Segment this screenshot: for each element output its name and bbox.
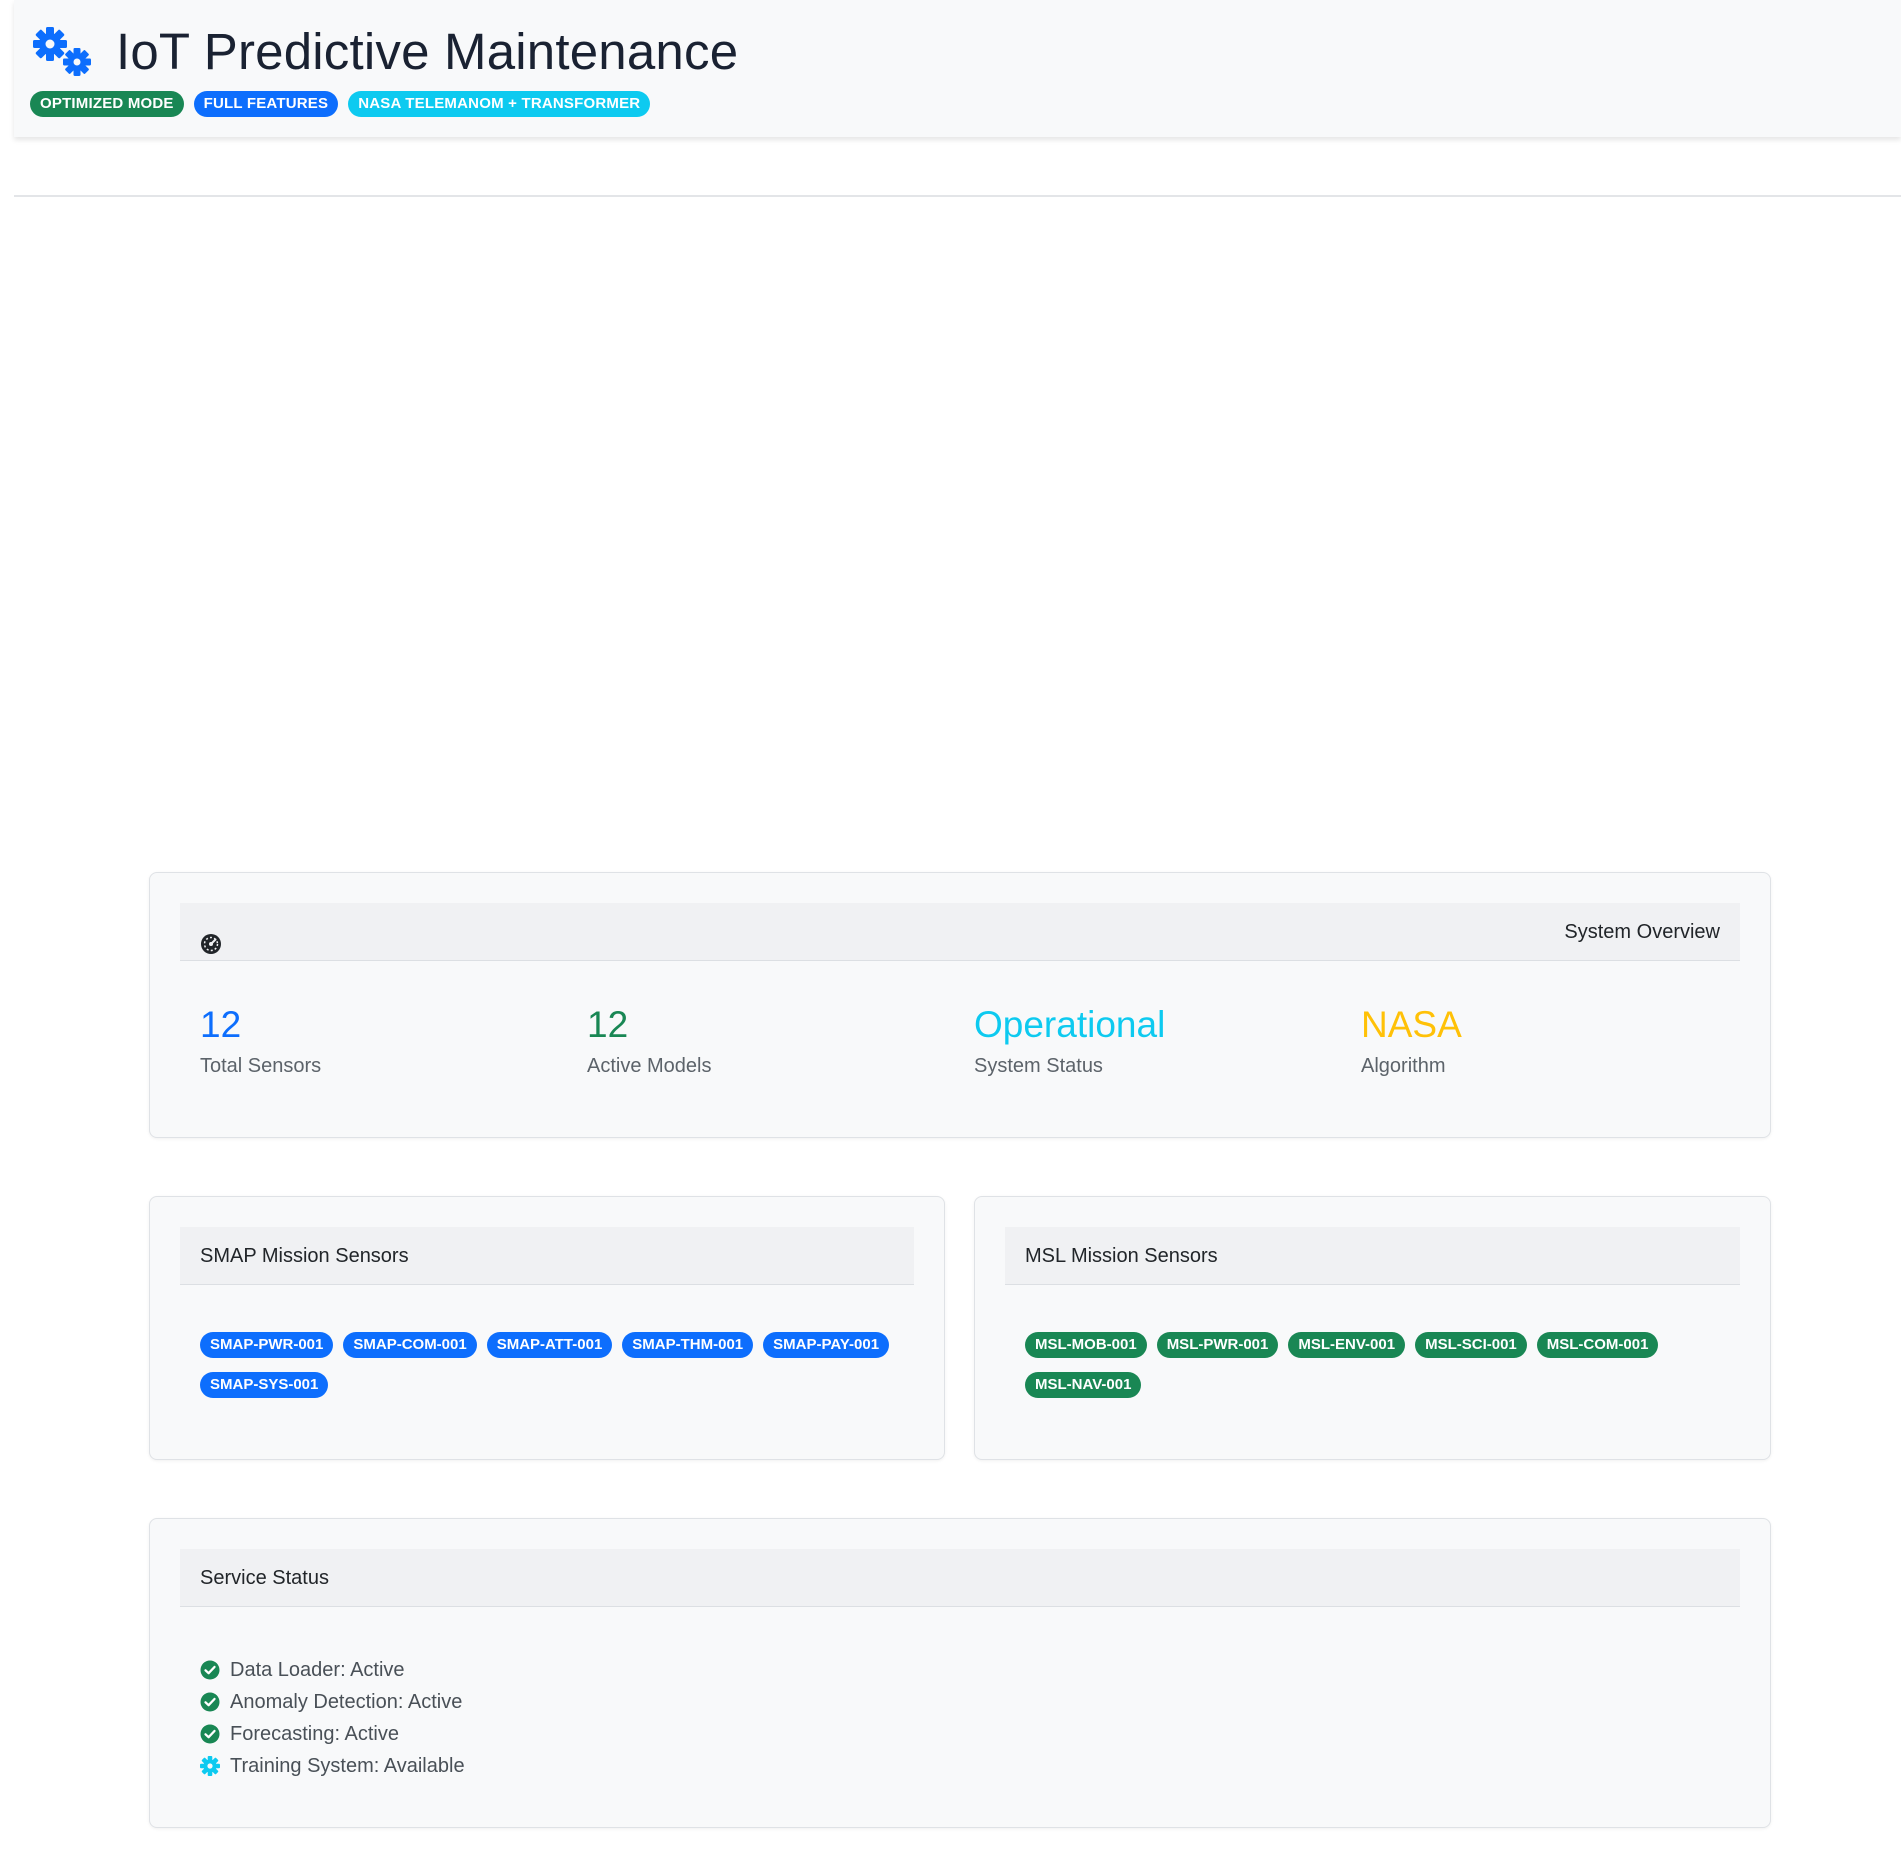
service-status-title: Service Status (180, 1549, 1740, 1607)
page-title: IoT Predictive Maintenance (116, 23, 739, 80)
sensor-badge[interactable]: SMAP-PWR-001 (200, 1332, 334, 1358)
msl-sensors-card: MSL Mission Sensors MSL-MOB-001 MSL-PWR-… (974, 1196, 1771, 1460)
stat-value: 12 (200, 1004, 242, 1045)
dashboard-icon (200, 920, 222, 954)
service-list: Data Loader: Active Anomaly Detection: A… (200, 1654, 465, 1782)
sensor-badge[interactable]: SMAP-SYS-001 (200, 1372, 329, 1398)
system-overview-card: System Overview 12 Total Sensors 12 Acti… (149, 872, 1771, 1138)
header-divider (14, 195, 1901, 197)
stat-system-status: Operational System Status (974, 1003, 1165, 1078)
stat-label: Algorithm (1361, 1055, 1446, 1077)
smap-sensors-card: SMAP Mission Sensors SMAP-PWR-001 SMAP-C… (149, 1196, 945, 1460)
service-label: Forecasting: Active (230, 1722, 399, 1745)
service-label: Training System: Available (230, 1754, 465, 1777)
check-circle-icon (200, 1724, 220, 1744)
system-overview-header: System Overview (180, 903, 1740, 961)
msl-sensors-title: MSL Mission Sensors (1005, 1227, 1740, 1285)
optimized-mode-badge: OPTIMIZED MODE (30, 91, 184, 117)
stat-label: System Status (974, 1055, 1103, 1077)
sensor-badge[interactable]: SMAP-THM-001 (622, 1332, 754, 1358)
stat-value: NASA (1361, 1004, 1462, 1045)
sensor-badge[interactable]: MSL-MOB-001 (1025, 1332, 1147, 1358)
algorithm-badge: NASA TELEMANOM + TRANSFORMER (348, 91, 651, 117)
service-label: Anomaly Detection: Active (230, 1690, 463, 1713)
sensor-badge[interactable]: SMAP-COM-001 (343, 1332, 477, 1358)
smap-sensors-title: SMAP Mission Sensors (180, 1227, 914, 1285)
msl-sensor-list: MSL-MOB-001 MSL-PWR-001 MSL-ENV-001 MSL-… (1025, 1332, 1730, 1398)
stat-value: 12 (587, 1004, 629, 1045)
brand: IoT Predictive Maintenance (30, 24, 738, 80)
sensor-badge[interactable]: MSL-NAV-001 (1025, 1372, 1142, 1398)
stat-label: Total Sensors (200, 1055, 322, 1077)
gears-icon (30, 26, 96, 78)
gear-icon (200, 1756, 220, 1776)
check-circle-icon (200, 1692, 220, 1712)
system-overview-title: System Overview (1564, 921, 1720, 943)
sensor-badge[interactable]: MSL-COM-001 (1536, 1332, 1659, 1358)
sensor-badge[interactable]: SMAP-PAY-001 (763, 1332, 890, 1358)
app-header: IoT Predictive Maintenance OPTIMIZED MOD… (14, 0, 1901, 137)
stat-active-models: 12 Active Models (587, 1003, 712, 1078)
stat-value: Operational (974, 1004, 1166, 1045)
sensor-badge[interactable]: MSL-ENV-001 (1288, 1332, 1406, 1358)
stat-total-sensors: 12 Total Sensors (200, 1003, 321, 1078)
sensor-badge[interactable]: SMAP-ATT-001 (486, 1332, 613, 1358)
mode-badges: OPTIMIZED MODE FULL FEATURES NASA TELEMA… (30, 91, 651, 117)
sensor-badge[interactable]: MSL-SCI-001 (1415, 1332, 1527, 1358)
stat-label: Active Models (587, 1055, 712, 1077)
check-circle-icon (200, 1660, 220, 1680)
service-status-card: Service Status Data Loader: Active Anoma… (149, 1518, 1771, 1828)
service-item-forecasting: Forecasting: Active (200, 1718, 465, 1750)
service-item-data-loader: Data Loader: Active (200, 1654, 465, 1686)
service-item-anomaly-detection: Anomaly Detection: Active (200, 1686, 465, 1718)
smap-sensor-list: SMAP-PWR-001 SMAP-COM-001 SMAP-ATT-001 S… (200, 1332, 904, 1398)
full-features-badge: FULL FEATURES (193, 91, 339, 117)
service-label: Data Loader: Active (230, 1658, 405, 1681)
stat-algorithm: NASA Algorithm (1361, 1003, 1462, 1078)
service-item-training-system: Training System: Available (200, 1750, 465, 1782)
sensor-badge[interactable]: MSL-PWR-001 (1156, 1332, 1279, 1358)
